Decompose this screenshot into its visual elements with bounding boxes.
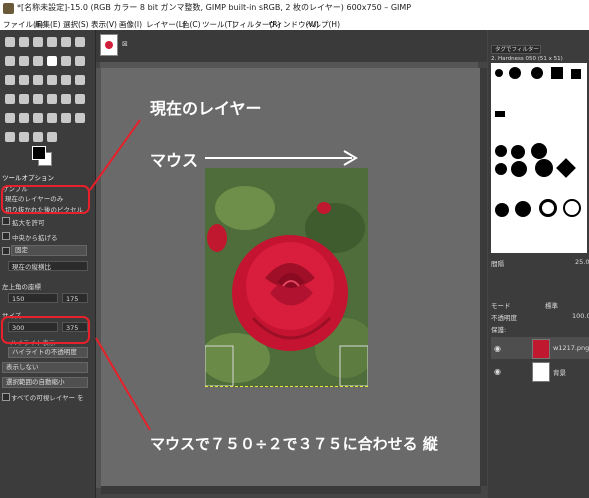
annotation-overlay	[1, 119, 358, 431]
annotation-mouse: マウス	[150, 151, 199, 170]
annotation-instruction: マウスで７５０÷２で３７５に合わせる 縦	[150, 435, 438, 453]
annotation-current-layer: 現在のレイヤー	[150, 99, 262, 118]
